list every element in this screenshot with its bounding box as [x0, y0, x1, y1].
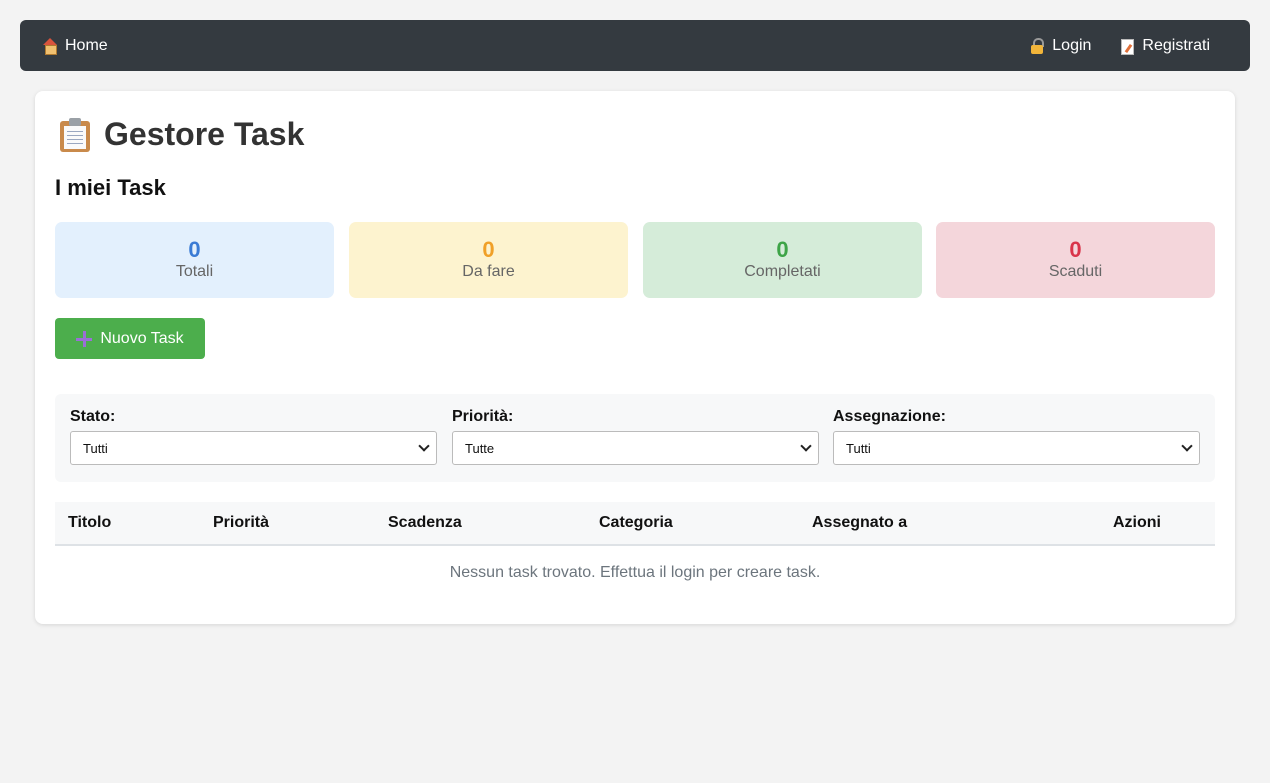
nav-home-label: Home	[65, 36, 108, 54]
filter-stato-label: Stato:	[70, 408, 116, 425]
filter-priorita-label: Priorità:	[452, 408, 514, 425]
stat-card-scaduti: 0 Scaduti	[936, 222, 1215, 298]
nav-home-link[interactable]: Home	[42, 37, 108, 55]
chevron-down-icon	[1181, 440, 1193, 452]
nav-right-group: Login Registrati	[1029, 37, 1228, 55]
filter-assegnazione: Assegnazione: Tutti	[833, 408, 1200, 465]
stat-value: 0	[1069, 237, 1082, 262]
nav-login-link[interactable]: Login	[1029, 37, 1091, 55]
assegnazione-selected-value: Tutti	[846, 440, 871, 456]
assegnazione-select[interactable]: Tutti	[833, 431, 1200, 465]
chevron-down-icon	[418, 440, 430, 452]
column-header-priorita: Priorità	[213, 514, 270, 531]
nav-register-link[interactable]: Registrati	[1119, 37, 1210, 55]
stato-selected-value: Tutti	[83, 440, 108, 456]
priorita-select[interactable]: Tutte	[452, 431, 819, 465]
clipboard-icon	[60, 117, 90, 152]
stat-value: 0	[188, 237, 201, 262]
column-header-titolo: Titolo	[68, 514, 112, 531]
stat-label: Scaduti	[1048, 263, 1103, 280]
stat-card-da-fare: 0 Da fare	[349, 222, 628, 298]
new-task-label: Nuovo Task	[100, 329, 184, 347]
nav-register-label: Registrati	[1142, 36, 1210, 54]
stat-label: Totali	[175, 263, 214, 280]
top-navbar: Home Login Registrati	[20, 20, 1250, 71]
stat-label: Da fare	[462, 263, 515, 280]
stat-label: Completati	[744, 263, 821, 280]
stat-card-totali: 0 Totali	[55, 222, 334, 298]
lock-icon	[1029, 37, 1045, 54]
filter-stato: Stato: Tutti	[70, 408, 437, 465]
stat-value: 0	[776, 237, 789, 262]
filters-panel: Stato: Tutti Priorità: Tutte Assegnazion…	[55, 394, 1215, 482]
nav-login-label: Login	[1052, 36, 1092, 54]
main-card: Gestore Task I miei Task 0 Totali 0 Da f…	[35, 91, 1235, 624]
chevron-down-icon	[800, 440, 812, 452]
plus-icon	[76, 330, 93, 347]
memo-icon	[1119, 38, 1135, 55]
empty-table-message: Nessun task trovato. Effettua il login p…	[449, 564, 821, 581]
new-task-button[interactable]: Nuovo Task	[55, 318, 205, 359]
house-icon	[42, 37, 58, 55]
column-header-azioni: Azioni	[1113, 514, 1161, 531]
column-header-categoria: Categoria	[599, 514, 673, 531]
section-title: I miei Task	[55, 175, 166, 200]
page-title-text: Gestore Task	[104, 116, 305, 152]
page-title: Gestore Task	[60, 116, 304, 153]
priorita-selected-value: Tutte	[465, 440, 495, 456]
stato-select[interactable]: Tutti	[70, 431, 437, 465]
stat-card-completati: 0 Completati	[643, 222, 922, 298]
task-table-header: Titolo Priorità Scadenza Categoria Asseg…	[55, 502, 1215, 546]
stat-value: 0	[482, 237, 495, 262]
filter-priorita: Priorità: Tutte	[452, 408, 819, 465]
filter-assegnazione-label: Assegnazione:	[833, 408, 946, 425]
column-header-scadenza: Scadenza	[388, 514, 462, 531]
column-header-assegnato: Assegnato a	[812, 514, 908, 531]
